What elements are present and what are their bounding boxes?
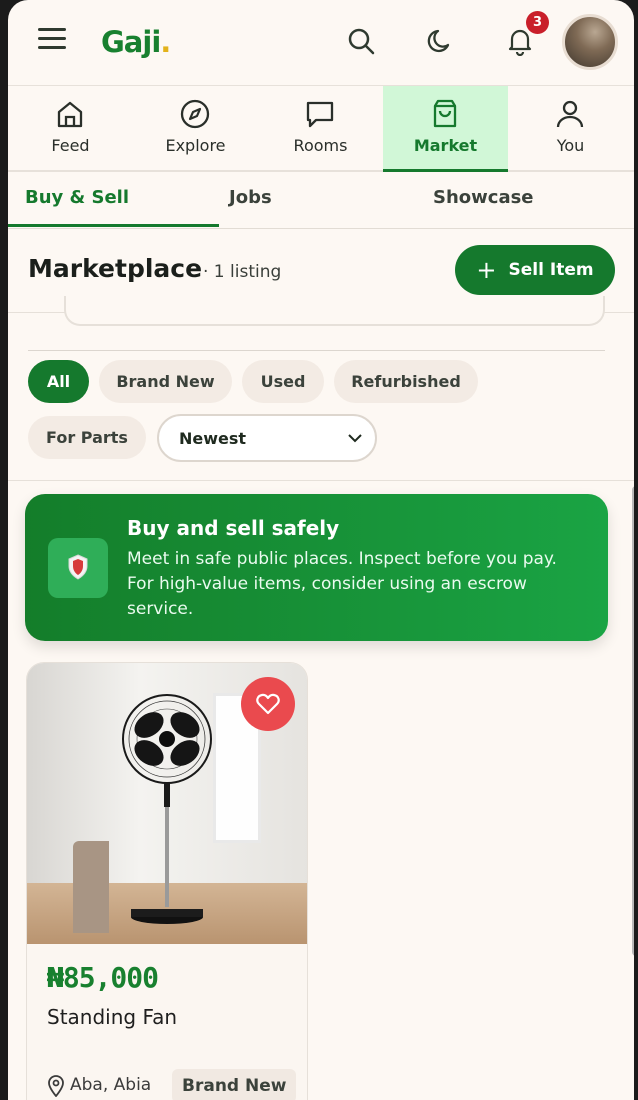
- nav-label: Market: [413, 136, 478, 155]
- tab-buy-sell[interactable]: Buy & Sell: [25, 187, 129, 208]
- listing-count: · 1 listing: [203, 262, 282, 282]
- notification-badge: 3: [526, 11, 549, 34]
- plus-icon: +: [476, 256, 497, 284]
- sort-select[interactable]: Newest: [157, 414, 377, 462]
- nav-label: Explore: [165, 136, 226, 155]
- listing-card[interactable]: ₦85,000 Standing Fan Aba, Abia Brand New: [26, 662, 308, 1100]
- logo-dot: .: [160, 25, 171, 59]
- banner-title: Buy and sell safely: [127, 516, 340, 540]
- tab-jobs[interactable]: Jobs: [229, 187, 272, 208]
- tab-showcase[interactable]: Showcase: [433, 187, 534, 208]
- shield-icon: [68, 554, 88, 580]
- chat-icon: [306, 101, 334, 128]
- listing-name: Standing Fan: [47, 1005, 178, 1029]
- page-title: Marketplace: [28, 254, 203, 283]
- top-header: Gaji. 3: [8, 0, 634, 86]
- nav-label: You: [556, 136, 585, 155]
- safety-banner: Buy and sell safely Meet in safe public …: [25, 494, 608, 641]
- banner-text: Meet in safe public places. Inspect befo…: [127, 549, 557, 619]
- heart-icon: [256, 693, 280, 715]
- user-avatar[interactable]: [562, 14, 618, 70]
- nav-label: Rooms: [293, 136, 348, 155]
- sort-value: Newest: [179, 429, 247, 448]
- listing-photo: [27, 663, 307, 944]
- nav-rooms[interactable]: Rooms: [258, 86, 383, 172]
- scrollbar[interactable]: [632, 486, 634, 956]
- search-field-partial[interactable]: [64, 296, 605, 326]
- location-pin-icon: [48, 1075, 64, 1097]
- filter-chip-for-parts[interactable]: For Parts: [28, 416, 146, 459]
- main-nav: Feed Explore Rooms Market You: [8, 86, 634, 172]
- filter-chip-used[interactable]: Used: [242, 360, 324, 403]
- chevron-down-icon: [348, 434, 362, 443]
- market-subtabs: Buy & Sell Jobs Showcase: [8, 172, 634, 229]
- moon-icon[interactable]: [426, 26, 456, 56]
- app-logo[interactable]: Gaji.: [101, 25, 171, 59]
- listing-price: ₦85,000: [47, 961, 159, 994]
- sell-item-label: Sell Item: [508, 260, 594, 280]
- home-icon: [57, 101, 83, 128]
- photo-couch: [73, 841, 109, 933]
- nav-you[interactable]: You: [508, 86, 633, 172]
- filter-chip-all[interactable]: All: [28, 360, 89, 403]
- app-frame: Gaji. 3 Feed Explore Rooms Market You Bu…: [8, 0, 634, 1100]
- search-icon[interactable]: [346, 26, 376, 56]
- divider: [28, 350, 605, 351]
- divider: [8, 480, 634, 481]
- compass-icon: [180, 99, 210, 129]
- user-icon: [556, 100, 584, 128]
- nav-explore[interactable]: Explore: [133, 86, 258, 172]
- favorite-button[interactable]: [241, 677, 295, 731]
- standing-fan-image: [122, 694, 212, 924]
- sell-item-button[interactable]: + Sell Item: [455, 245, 615, 295]
- shopping-bag-icon: [433, 99, 457, 128]
- logo-text: Gaji: [101, 25, 161, 59]
- menu-icon[interactable]: [38, 28, 68, 54]
- listing-location: Aba, Abia: [70, 1075, 152, 1095]
- condition-badge: Brand New: [172, 1069, 297, 1100]
- nav-market[interactable]: Market: [383, 86, 508, 172]
- nav-label: Feed: [51, 136, 90, 155]
- active-tab-indicator: [8, 224, 219, 227]
- shield-icon-box: [48, 538, 108, 598]
- filter-chip-brand-new[interactable]: Brand New: [99, 360, 232, 403]
- nav-feed[interactable]: Feed: [8, 86, 133, 172]
- filter-chip-refurbished[interactable]: Refurbished: [334, 360, 478, 403]
